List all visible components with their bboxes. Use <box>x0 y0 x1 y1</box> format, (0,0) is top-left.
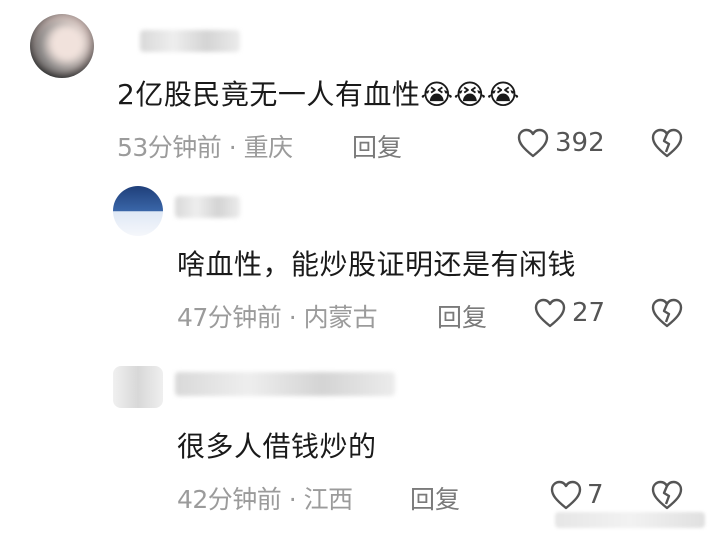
comment-body: 2亿股民竟无一人有血性 <box>117 78 421 111</box>
location: 江西 <box>303 485 354 514</box>
avatar[interactable] <box>113 186 163 236</box>
timestamp: 47分钟前 <box>177 303 282 332</box>
crying-emoji: 😭 <box>420 78 454 111</box>
username-redacted[interactable] <box>175 372 395 396</box>
comment-meta: 42分钟前 · 江西 <box>177 480 353 516</box>
reply-button[interactable]: 回复 <box>437 298 487 334</box>
comment-text: 啥血性，能炒股证明还是有闲钱 <box>177 248 577 281</box>
location: 内蒙古 <box>303 303 378 332</box>
comment-text: 2亿股民竟无一人有血性😭😭😭 <box>117 73 520 113</box>
meta-separator: · <box>228 133 237 162</box>
timestamp: 42分钟前 <box>177 485 282 514</box>
broken-heart-icon[interactable] <box>651 128 683 158</box>
watermark <box>555 512 705 528</box>
reply-button[interactable]: 回复 <box>410 480 460 516</box>
like-count: 392 <box>555 128 605 158</box>
username-redacted[interactable] <box>140 30 240 52</box>
crying-emoji: 😭 <box>453 78 487 111</box>
broken-heart-icon[interactable] <box>651 298 683 328</box>
avatar[interactable] <box>113 366 163 408</box>
like-count: 7 <box>587 480 604 510</box>
meta-separator: · <box>288 303 297 332</box>
username-redacted[interactable] <box>175 196 240 218</box>
location: 重庆 <box>243 133 294 162</box>
reply-button[interactable]: 回复 <box>352 128 402 164</box>
crying-emoji: 😭 <box>486 78 520 111</box>
comment-text: 很多人借钱炒的 <box>177 430 377 463</box>
like-count: 27 <box>572 298 606 328</box>
heart-outline-icon[interactable] <box>517 128 549 158</box>
comment-meta: 53分钟前 · 重庆 <box>117 128 293 164</box>
meta-separator: · <box>288 485 297 514</box>
broken-heart-icon[interactable] <box>651 480 683 510</box>
comment-meta: 47分钟前 · 内蒙古 <box>177 298 378 334</box>
heart-outline-icon[interactable] <box>534 298 566 328</box>
timestamp: 53分钟前 <box>117 133 222 162</box>
heart-outline-icon[interactable] <box>550 480 582 510</box>
avatar[interactable] <box>30 14 94 78</box>
